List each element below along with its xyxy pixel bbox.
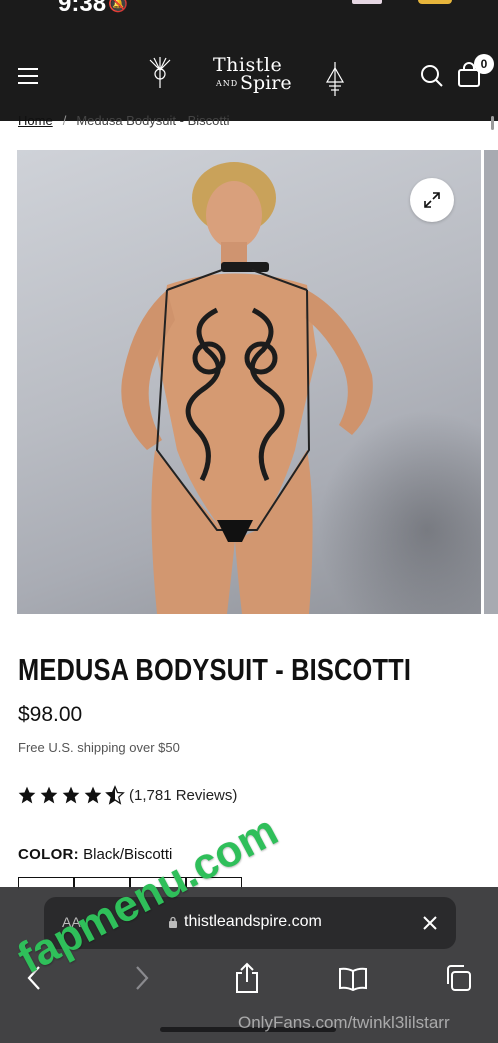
color-selector-label: COLOR: Black/Biscotti: [18, 846, 172, 863]
close-icon[interactable]: [422, 915, 438, 931]
spire-emblem-icon: [325, 62, 345, 96]
star-full-icon: [62, 786, 80, 804]
onlyfans-watermark: OnlyFans.com/twinkl3lilstarr: [238, 1013, 450, 1032]
muted-bell-icon: 🔕: [108, 0, 128, 13]
reviews-count-link[interactable]: (1,781 Reviews): [129, 787, 237, 804]
thistle-emblem-icon: [149, 57, 171, 88]
breadcrumb-current: Medusa Bodysuit - Biscotti: [76, 113, 230, 128]
expand-icon[interactable]: [410, 178, 454, 222]
cart-count-badge: 0: [474, 54, 494, 74]
product-price: $98.00: [18, 703, 83, 726]
rating-stars: [17, 785, 127, 805]
product-title: MEDUSA BODYSUIT - BISCOTTI: [18, 652, 412, 687]
search-icon[interactable]: [420, 64, 444, 88]
breadcrumb-home[interactable]: Home: [18, 113, 53, 128]
product-image[interactable]: [17, 150, 481, 614]
breadcrumb: Home / Medusa Bodysuit - Biscotti: [18, 113, 230, 129]
site-header: Thistle AND Spire 0: [0, 20, 498, 121]
site-logo[interactable]: Thistle AND Spire: [148, 54, 352, 98]
share-icon[interactable]: [234, 962, 260, 994]
status-bar: 9:38 🔕: [0, 0, 498, 20]
next-product-image-peek[interactable]: [484, 150, 498, 614]
tabs-icon[interactable]: [444, 964, 472, 992]
logo-word-spire: Spire: [240, 72, 292, 94]
star-full-icon: [84, 786, 102, 804]
signal-icon: [352, 0, 382, 4]
bookmarks-icon[interactable]: [338, 967, 368, 991]
forward-icon[interactable]: [134, 965, 150, 991]
star-half-icon: [105, 785, 125, 805]
product-rating[interactable]: (1,781 Reviews): [17, 785, 237, 805]
scrollbar-thumb[interactable]: [491, 116, 494, 130]
star-full-icon: [40, 786, 58, 804]
logo-word-and: AND: [216, 79, 239, 88]
breadcrumb-separator: /: [62, 113, 67, 128]
model-figure: [121, 162, 373, 614]
status-time: 9:38: [58, 0, 107, 17]
hamburger-menu-icon[interactable]: [18, 68, 38, 84]
battery-icon: [418, 0, 452, 4]
url-text[interactable]: thistleandspire.com: [184, 913, 322, 931]
color-label: COLOR:: [18, 846, 79, 863]
shipping-note: Free U.S. shipping over $50: [18, 740, 180, 755]
star-full-icon: [18, 786, 36, 804]
